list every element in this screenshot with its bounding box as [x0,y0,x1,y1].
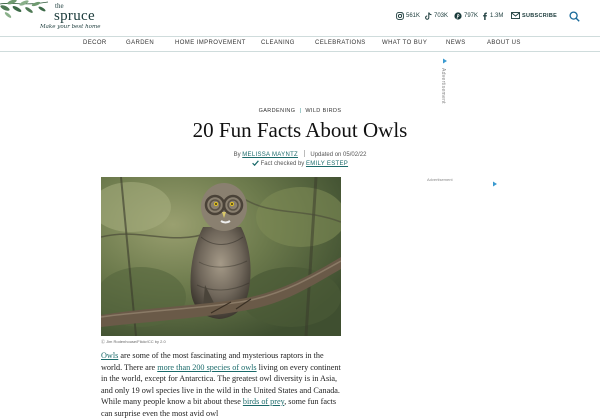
pinterest-count: 797K [464,13,479,19]
author-link[interactable]: MELISSA MAYNTZ [242,152,298,158]
facebook-count: 1.3M [490,13,504,19]
subscribe-label: SUBSCRIBE [522,12,558,19]
side-ad-choices-icon[interactable] [492,181,498,187]
nav-item-celebrations[interactable]: CELEBRATIONS [315,40,366,46]
logo-tagline: Make your best home [40,24,101,30]
top-advertisement[interactable]: Advertisement [440,58,454,104]
side-ad-label: Advertisement [427,177,453,182]
birds-of-prey-link[interactable]: birds of prey [243,397,284,406]
breadcrumb-separator: | [299,108,302,114]
owl-image [101,177,341,336]
nav-item-about-us[interactable]: ABOUT US [487,40,521,46]
breadcrumb: GARDENING | WILD BIRDS [0,108,600,114]
article-intro-paragraph: Owls are some of the most fascinating an… [101,350,343,419]
site-header: the spruce Make your best home 561K 703K… [0,0,600,36]
fact-checked-by-label: Fact checked by [260,161,305,167]
check-icon [252,160,259,167]
cc-icon: Ⓒ [101,339,105,344]
facebook-link[interactable]: 1.3M [482,12,503,20]
mail-icon [511,12,520,19]
fact-check-line: Fact checked by EMILY ESTEP [0,160,600,167]
owl-species-link[interactable]: more than 200 species of owls [157,363,256,372]
instagram-link[interactable]: 561K [396,12,420,20]
nav-item-news[interactable]: NEWS [446,40,466,46]
instagram-count: 561K [406,13,421,19]
byline: By MELISSA MAYNTZ Updated on 05/02/22 [0,150,600,158]
search-icon[interactable] [569,11,580,22]
byline-divider [303,150,305,157]
nav-item-garden[interactable]: GARDEN [126,40,154,46]
nav-item-cleaning[interactable]: CLEANING [261,40,295,46]
tiktok-link[interactable]: 703K [425,12,448,20]
fact-checker-link[interactable]: EMILY ESTEP [306,161,348,167]
byline-by: By [233,152,241,158]
tiktok-count: 703K [434,13,449,19]
ad-label: Advertisement [440,68,446,104]
facebook-icon [483,12,487,20]
site-logo[interactable]: the spruce Make your best home [40,3,100,31]
breadcrumb-wild-birds[interactable]: WILD BIRDS [305,108,341,114]
updated-date: Updated on 05/02/22 [310,152,367,158]
photo-credit: Ⓒ Jim Rodenhouse/Flickr/CC by 2.0 [101,339,166,345]
owl-photo [101,177,341,336]
ad-choices-icon[interactable] [442,58,448,64]
tiktok-icon [425,12,432,20]
nav-item-decor[interactable]: DECOR [83,40,107,46]
breadcrumb-gardening[interactable]: GARDENING [259,108,296,114]
photo-credit-text: Jim Rodenhouse/Flickr/CC by 2.0 [106,339,166,344]
main-nav: DECOR GARDEN HOME IMPROVEMENT CLEANING C… [0,36,600,52]
page-title: 20 Fun Facts About Owls [192,118,408,142]
logo-name: spruce [54,8,95,24]
pinterest-icon [454,12,462,20]
owls-link[interactable]: Owls [101,351,118,360]
instagram-icon [396,12,404,20]
pinterest-link[interactable]: 797K [454,12,478,20]
nav-item-home-improvement[interactable]: HOME IMPROVEMENT [175,40,246,46]
subscribe-button[interactable]: SUBSCRIBE [511,12,557,19]
nav-item-what-to-buy[interactable]: WHAT TO BUY [382,40,427,46]
